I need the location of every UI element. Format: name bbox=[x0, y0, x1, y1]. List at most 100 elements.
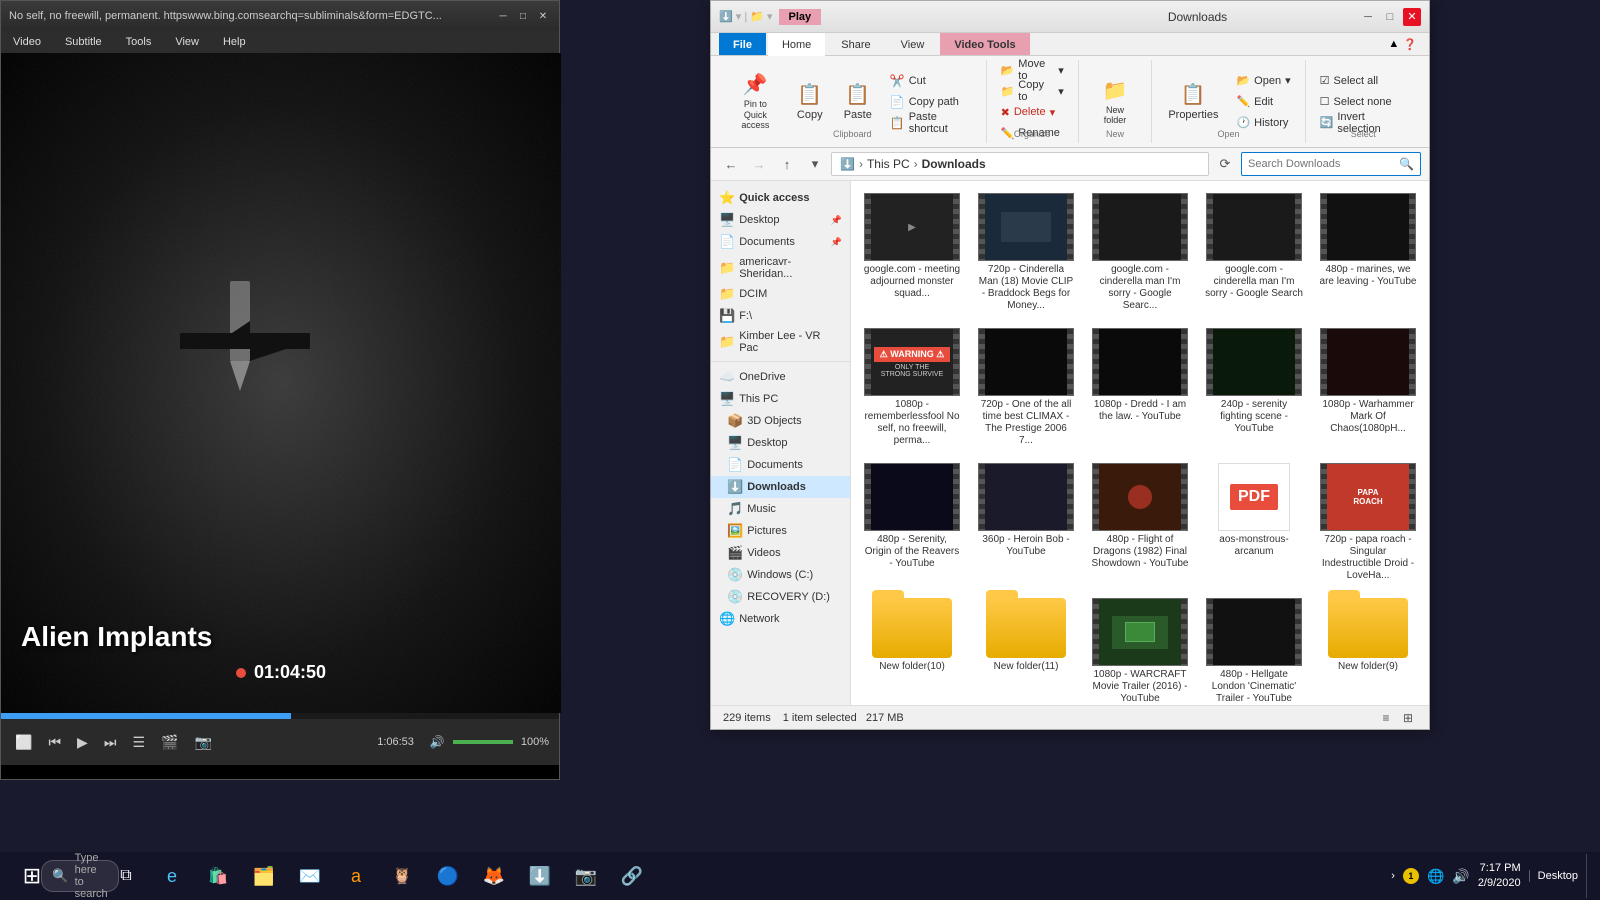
file-item-17[interactable]: 1080p - WARCRAFT Movie Trailer (2016) - … bbox=[1087, 594, 1193, 705]
edit-button[interactable]: ✏️ Edit bbox=[1230, 92, 1296, 112]
sidebar-videos[interactable]: 🎬 Videos bbox=[711, 542, 850, 564]
tab-video-tools[interactable]: Video Tools bbox=[940, 33, 1029, 55]
frame-forward-button[interactable]: ⏭ bbox=[100, 732, 121, 753]
search-box[interactable]: 🔍 bbox=[1241, 152, 1421, 176]
tab-file[interactable]: File bbox=[719, 33, 766, 55]
details-view-button[interactable]: ⊞ bbox=[1399, 709, 1417, 727]
file-item-11[interactable]: 360p - Heroin Bob - YouTube bbox=[973, 459, 1079, 586]
volume-slider[interactable] bbox=[453, 740, 513, 744]
file-item-4[interactable]: 480p - marines, we are leaving - YouTube bbox=[1315, 189, 1421, 316]
file-item-10[interactable]: 480p - Serenity, Origin of the Reavers -… bbox=[859, 459, 965, 586]
desktop-label[interactable]: Desktop bbox=[1529, 870, 1578, 882]
taskbar-store[interactable]: 🛍️ bbox=[196, 854, 240, 898]
back-button[interactable]: ← bbox=[719, 152, 743, 176]
tab-home[interactable]: Home bbox=[768, 33, 825, 56]
sidebar-3d-objects[interactable]: 📦 3D Objects bbox=[711, 410, 850, 432]
network-icon[interactable]: 🌐 bbox=[1427, 868, 1444, 885]
file-item-7[interactable]: 1080p - Dredd - I am the law. - YouTube bbox=[1087, 324, 1193, 451]
help-menu[interactable]: Help bbox=[219, 34, 250, 50]
sidebar-windows-c[interactable]: 💿 Windows (C:) bbox=[711, 564, 850, 586]
search-input[interactable] bbox=[1248, 158, 1395, 170]
refresh-button[interactable]: ⟳ bbox=[1213, 152, 1237, 176]
video-menu[interactable]: Video bbox=[9, 34, 45, 50]
view-menu[interactable]: View bbox=[171, 34, 203, 50]
playlist-button[interactable]: ☰ bbox=[128, 732, 149, 753]
file-item-2[interactable]: google.com - cinderella man I'm sorry - … bbox=[1087, 189, 1193, 316]
explorer-maximize[interactable]: □ bbox=[1381, 8, 1399, 26]
taskbar-edge[interactable]: e bbox=[150, 854, 194, 898]
file-item-12[interactable]: 480p - Flight of Dragons (1982) Final Sh… bbox=[1087, 459, 1193, 586]
select-all-button[interactable]: ☑ Select all bbox=[1314, 71, 1413, 91]
sidebar-item-documents[interactable]: 📄 Documents 📌 bbox=[711, 231, 850, 253]
open-button[interactable]: 📂 Open ▾ bbox=[1230, 71, 1296, 91]
taskbar-app11[interactable]: 🔗 bbox=[610, 854, 654, 898]
subtitle-menu[interactable]: Subtitle bbox=[61, 34, 106, 50]
taskbar-search-button[interactable]: 🔍 Type here to search bbox=[58, 854, 102, 898]
copy-path-button[interactable]: 📄 Copy path bbox=[884, 92, 978, 112]
explorer-close[interactable]: ✕ bbox=[1403, 8, 1421, 26]
sidebar-item-kimber[interactable]: 📁 Kimber Lee - VR Pac bbox=[711, 327, 850, 357]
file-item-19[interactable]: New folder(9) bbox=[1315, 594, 1421, 705]
sidebar-this-pc[interactable]: 🖥️ This PC bbox=[711, 388, 850, 410]
file-item-1[interactable]: 720p - Cinderella Man (18) Movie CLIP - … bbox=[973, 189, 1079, 316]
sidebar-item-desktop[interactable]: 🖥️ Desktop 📌 bbox=[711, 209, 850, 231]
sidebar-desktop[interactable]: 🖥️ Desktop bbox=[711, 432, 850, 454]
file-item-5[interactable]: ⚠ WARNING ⚠ ONLY THESTRONG SURVIVE 1080p… bbox=[859, 324, 965, 451]
ribbon-help-button[interactable]: ❓ bbox=[1403, 38, 1417, 51]
tools-menu[interactable]: Tools bbox=[122, 34, 156, 50]
file-item-0[interactable]: ▶ google.com - meeting adjourned monster… bbox=[859, 189, 965, 316]
pin-to-quick-button[interactable]: 📌 Pin to Quick access bbox=[727, 76, 784, 128]
taskbar-fox[interactable]: 🦊 bbox=[472, 854, 516, 898]
ribbon-up-button[interactable]: ▲ bbox=[1388, 38, 1399, 50]
new-folder-button[interactable]: 📁 New folder bbox=[1087, 76, 1144, 128]
file-item-15[interactable]: New folder(10) bbox=[859, 594, 965, 705]
file-item-14[interactable]: PAPAROACH 720p - papa roach - Singular I… bbox=[1315, 459, 1421, 586]
taskbar-app7[interactable]: 🔵 bbox=[426, 854, 470, 898]
cut-button[interactable]: ✂️ Cut bbox=[884, 71, 978, 91]
tab-view[interactable]: View bbox=[887, 33, 939, 55]
sidebar-item-americavr[interactable]: 📁 americavr-Sheridan... bbox=[711, 253, 850, 283]
copy-to-button[interactable]: 📁 Copy to ▾ bbox=[995, 81, 1070, 101]
properties-button[interactable]: 📋 Properties bbox=[1160, 76, 1226, 128]
list-view-button[interactable]: ≡ bbox=[1377, 709, 1395, 727]
volume-icon[interactable]: 🔊 bbox=[1452, 868, 1469, 885]
screenshot-button[interactable]: 📷 bbox=[190, 732, 215, 753]
address-path[interactable]: ⬇️ › This PC › Downloads bbox=[831, 152, 1209, 176]
explorer-minimize[interactable]: ─ bbox=[1359, 8, 1377, 26]
show-desktop-button[interactable] bbox=[1586, 854, 1592, 898]
file-item-13[interactable]: PDF aos-monstrous-arcanum bbox=[1201, 459, 1307, 586]
sidebar-item-f-drive[interactable]: 💾 F:\ bbox=[711, 305, 850, 327]
sidebar-onedrive[interactable]: ☁️ OneDrive bbox=[711, 366, 850, 388]
file-item-8[interactable]: 240p - serenity fighting scene - YouTube bbox=[1201, 324, 1307, 451]
sidebar-quick-access[interactable]: ⭐ Quick access bbox=[711, 187, 850, 209]
system-clock[interactable]: 7:17 PM 2/9/2020 bbox=[1478, 861, 1521, 892]
file-item-16[interactable]: New folder(11) bbox=[973, 594, 1079, 705]
sidebar-item-dcim[interactable]: 📁 DCIM bbox=[711, 283, 850, 305]
progress-container[interactable] bbox=[1, 713, 559, 719]
chapter-button[interactable]: 🎬 bbox=[157, 732, 182, 753]
file-item-9[interactable]: 1080p - Warhammer Mark Of Chaos(1080pH..… bbox=[1315, 324, 1421, 451]
taskbar-torrent[interactable]: ⬇️ bbox=[518, 854, 562, 898]
file-item-18[interactable]: 480p - Hellgate London 'Cinematic' Trail… bbox=[1201, 594, 1307, 705]
copy-button[interactable]: 📋 Copy bbox=[788, 76, 832, 128]
sidebar-recovery-d[interactable]: 💿 RECOVERY (D:) bbox=[711, 586, 850, 608]
select-none-button[interactable]: ☐ Select none bbox=[1314, 92, 1413, 112]
sidebar-downloads[interactable]: ⬇️ Downloads bbox=[711, 476, 850, 498]
recent-locations-button[interactable]: ▾ bbox=[803, 152, 827, 176]
move-to-button[interactable]: 📂 Move to ▾ bbox=[995, 60, 1070, 80]
sidebar-network[interactable]: 🌐 Network bbox=[711, 608, 850, 630]
frame-back-button[interactable]: ⏮ bbox=[44, 732, 65, 753]
sidebar-music[interactable]: 🎵 Music bbox=[711, 498, 850, 520]
taskbar-mail[interactable]: ✉️ bbox=[288, 854, 332, 898]
maximize-button[interactable]: □ bbox=[515, 8, 531, 24]
play-pause-button[interactable]: ▶ bbox=[73, 732, 92, 753]
sidebar-pictures[interactable]: 🖼️ Pictures bbox=[711, 520, 850, 542]
close-button[interactable]: ✕ bbox=[535, 8, 551, 24]
taskbar-explorer[interactable]: 🗂️ bbox=[242, 854, 286, 898]
file-item-3[interactable]: google.com - cinderella man I'm sorry - … bbox=[1201, 189, 1307, 316]
explorer-play-tab[interactable]: Play bbox=[779, 9, 822, 25]
taskbar-camera[interactable]: 📷 bbox=[564, 854, 608, 898]
forward-button[interactable]: → bbox=[747, 152, 771, 176]
stop-button[interactable]: ⬜ bbox=[11, 732, 36, 753]
taskbar-tripadvisor[interactable]: 🦉 bbox=[380, 854, 424, 898]
